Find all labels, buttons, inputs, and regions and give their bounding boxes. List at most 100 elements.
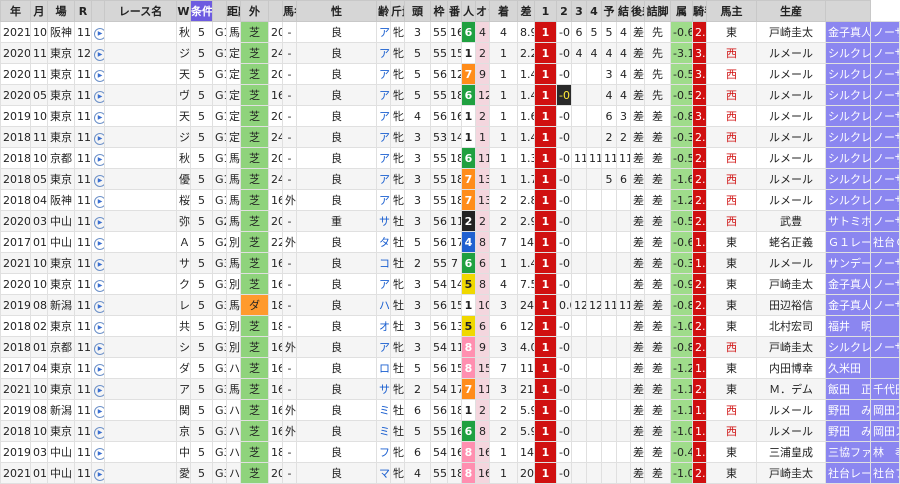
column-header-16[interactable]: 頭 <box>404 0 431 22</box>
column-header-20[interactable]: オッズ <box>475 0 490 22</box>
column-header-6[interactable]: W <box>176 0 191 22</box>
cell-10: 2400 <box>268 126 283 148</box>
column-header-29[interactable]: 後差 <box>630 0 645 22</box>
cell-12: 良 <box>296 189 377 211</box>
column-header-19[interactable]: 人 <box>461 0 476 22</box>
video-play-icon[interactable]: ▶ <box>91 273 105 295</box>
video-play-icon[interactable]: ▶ <box>91 294 105 316</box>
video-play-icon[interactable]: ▶ <box>91 168 105 190</box>
cell-0: 2020 <box>0 42 31 64</box>
table-row[interactable]: 202110東京11▶サウジＲＣ5G3馬芝1600-良コマンドライン牡255.0… <box>0 252 900 274</box>
table-row[interactable]: 202011東京11▶天皇賞（秋）5G1定芝2000-良アーモンドアイ牝556.… <box>0 63 900 85</box>
video-play-icon[interactable]: ▶ <box>91 462 105 484</box>
table-row[interactable]: 201805東京11▶優駿牝馬5G1馬芝2400-良アーモンドアイ牝355.01… <box>0 168 900 190</box>
cell-4 <box>104 378 177 400</box>
column-header-18[interactable]: 番 <box>447 0 462 22</box>
table-row[interactable]: 201908新潟11▶レパードＳ5G3馬ダ1800-良ハヤヤッコ牡356.015… <box>0 294 900 316</box>
table-row[interactable]: 201810京都11▶秋華賞5G1馬芝2000-良アーモンドアイ牝355.018… <box>0 147 900 169</box>
column-header-25[interactable]: 3 <box>571 0 587 22</box>
column-header-34[interactable]: 生産 <box>756 0 826 22</box>
column-header-5[interactable]: レース名 <box>104 0 177 22</box>
video-play-icon[interactable]: ▶ <box>91 42 105 64</box>
column-header-32[interactable]: 騎手 <box>692 0 707 22</box>
table-row[interactable]: 201802東京11▶共同通信杯5G3別芝1800-良オウケンムーン牡356.0… <box>0 315 900 337</box>
column-header-2[interactable]: 場 <box>47 0 75 22</box>
video-play-icon[interactable]: ▶ <box>91 315 105 337</box>
column-header-1[interactable]: 月 <box>30 0 48 22</box>
column-header-21[interactable]: 着 <box>489 0 518 22</box>
table-row[interactable]: 202005東京11▶ヴィクトリア5G1定芝1600-良アーモンドアイ牝555.… <box>0 84 900 106</box>
table-row[interactable]: 201701中山11▶ＡＪＣＣ5G2別芝2200外良タンタアレグリア牡556.0… <box>0 231 900 253</box>
table-row[interactable]: 201903中山11▶中山牝馬Ｓ5G3ハ芝1800-良フロンテアクイーン牝654… <box>0 441 900 463</box>
cell-1: 04 <box>30 357 48 379</box>
column-header-7[interactable]: 条件 <box>190 0 213 22</box>
cell-29: 差 <box>644 420 671 442</box>
column-header-0[interactable]: 年 <box>0 0 31 22</box>
video-play-icon[interactable]: ▶ <box>91 63 105 85</box>
table-row[interactable]: 201811東京11▶ジャパンＣ5G1定芝2400-良アーモンドアイ牝353.0… <box>0 126 900 148</box>
video-play-icon[interactable]: ▶ <box>91 399 105 421</box>
table-row[interactable]: 201908新潟11▶関屋記念5G3ハ芝1600外良ミッキーグローリー牡656.… <box>0 399 900 421</box>
column-header-10[interactable]: 外 <box>240 0 269 22</box>
table-row[interactable]: 202110東京11▶アルテミスＳ5G3馬芝1600-良サークルオブライフ牝25… <box>0 378 900 400</box>
column-header-9[interactable]: 距離 <box>226 0 241 22</box>
cell-22: 1 <box>534 210 557 232</box>
column-header-23[interactable]: 1 <box>534 0 557 22</box>
video-play-icon[interactable]: ▶ <box>91 147 105 169</box>
cell-14: 牝 <box>390 21 405 43</box>
cell-0: 2018 <box>0 189 31 211</box>
video-play-icon[interactable]: ▶ <box>91 210 105 232</box>
table-row[interactable]: 201804阪神11▶ 桜花賞5G1馬芝1600外良アーモンドアイ牝355.018… <box>0 189 900 211</box>
cell-21: 1.4 <box>517 126 535 148</box>
video-play-icon[interactable]: ▶ <box>91 189 105 211</box>
cell-15: 5 <box>404 357 431 379</box>
table-row[interactable]: 201801京都11▶シンザン記念5G3別芝1600外良アーモンドアイ牝354.… <box>0 336 900 358</box>
video-play-icon[interactable]: ▶ <box>91 21 105 43</box>
column-header-33[interactable]: 馬主 <box>706 0 757 22</box>
column-header-17[interactable]: 枠 <box>430 0 448 22</box>
cell-18: 6 <box>461 147 476 169</box>
table-row[interactable]: 202110阪神11▶秋華賞5G1馬芝2000-良アカイトリノムスメ牝355.0… <box>0 21 900 43</box>
video-play-icon[interactable]: ▶ <box>91 84 105 106</box>
column-header-31[interactable]: 属 <box>670 0 693 22</box>
cell-4 <box>104 441 177 463</box>
table-row[interactable]: 202101中山11▶愛知杯5G3ハ芝2000-良マジックキャッスル牝455.0… <box>0 462 900 484</box>
table-row[interactable]: 202011東京12▶ジャパンＣ5G1定芝2400-良アーモンドアイ牝555.0… <box>0 42 900 64</box>
column-header-12[interactable]: 馬名 <box>282 0 297 22</box>
table-row[interactable]: 201704東京11▶ダービーＣＴ5G3ハ芝1600-良ロジチャリス牡556.0… <box>0 357 900 379</box>
column-header-24[interactable]: 2 <box>556 0 572 22</box>
video-play-icon[interactable]: ▶ <box>91 441 105 463</box>
cell-6: 5 <box>190 42 213 64</box>
video-play-icon[interactable]: ▶ <box>91 378 105 400</box>
cell-19: 16 <box>475 462 490 484</box>
column-header-15[interactable]: 斤量 <box>390 0 405 22</box>
video-play-icon[interactable]: ▶ <box>91 336 105 358</box>
cell-28: 差 <box>630 21 645 43</box>
cell-32: 東 <box>706 378 757 400</box>
column-header-30[interactable]: 詰脚 <box>644 0 671 22</box>
table-row[interactable]: 201810東京11▶京成杯ＡＨ5G3ハ芝1600外良ミッキーグローリー牡555… <box>0 420 900 442</box>
video-play-icon[interactable]: ▶ <box>91 126 105 148</box>
column-header-4[interactable] <box>91 0 105 22</box>
column-header-13[interactable]: 性 <box>296 0 377 22</box>
cell-32: 西 <box>706 336 757 358</box>
column-header-27[interactable]: 予 <box>601 0 617 22</box>
video-play-icon[interactable]: ▶ <box>91 420 105 442</box>
table-row[interactable]: 202010東京11▶クイーンＣ5G3別芝1600-良アカイトリノムスメ牝354… <box>0 273 900 295</box>
column-header-14[interactable]: 齢 <box>376 0 391 22</box>
video-play-icon[interactable]: ▶ <box>91 357 105 379</box>
column-header-8[interactable] <box>212 0 227 22</box>
column-header-22[interactable]: 差 <box>517 0 535 22</box>
cell-17: 7 <box>447 252 462 274</box>
video-play-icon[interactable]: ▶ <box>91 231 105 253</box>
table-row[interactable]: 202003中山11▶弥生賞5G2馬芝2000-重サトノフラッグ牡356.011… <box>0 210 900 232</box>
column-header-11[interactable] <box>268 0 283 22</box>
cell-30: -0.5 <box>670 210 693 232</box>
table-row[interactable]: 201910東京11▶天皇賞（秋）5G1定芝2000-良アーモンドアイ牝456.… <box>0 105 900 127</box>
column-header-3[interactable]: R <box>74 0 92 22</box>
column-header-26[interactable]: 4 <box>586 0 602 22</box>
video-play-icon[interactable]: ▶ <box>91 105 105 127</box>
cell-7: G1 <box>212 21 227 43</box>
column-header-28[interactable]: 結 <box>616 0 631 22</box>
video-play-icon[interactable]: ▶ <box>91 252 105 274</box>
